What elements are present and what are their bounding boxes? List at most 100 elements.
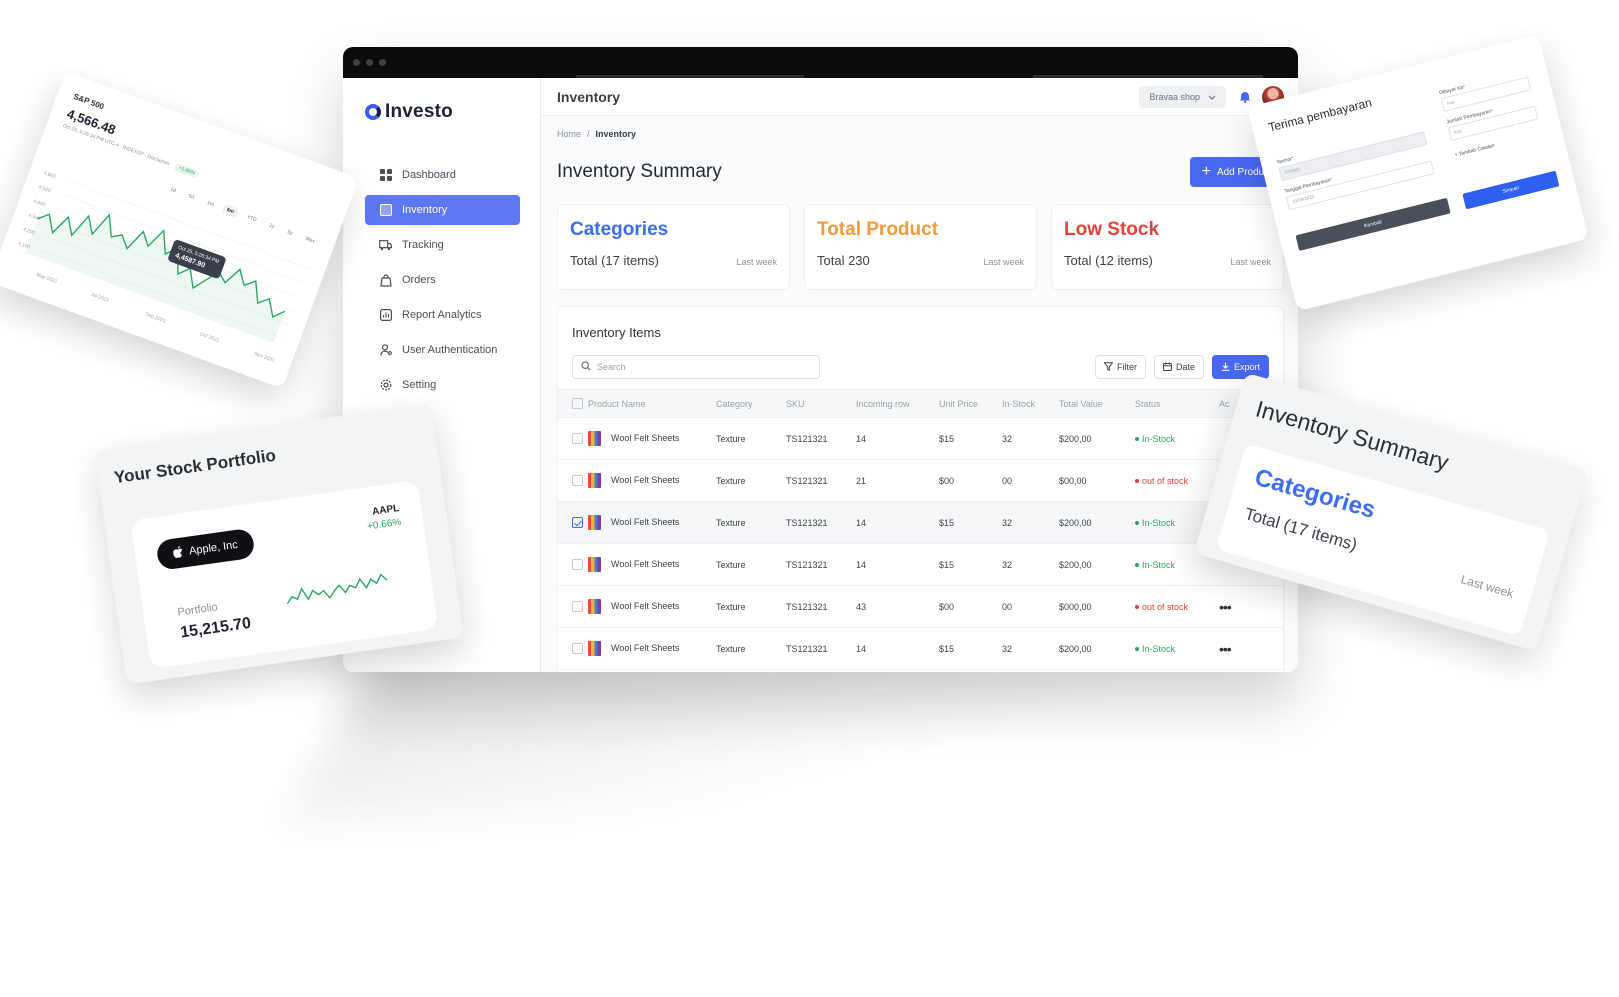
save-button[interactable]: Simpan <box>1462 170 1560 210</box>
status-text: In-Stock <box>1142 560 1176 570</box>
category-cell: Texture <box>716 501 786 544</box>
column-header[interactable]: Unit Price <box>939 389 1002 418</box>
row-checkbox[interactable] <box>572 475 583 487</box>
breadcrumb-home[interactable]: Home <box>557 129 581 139</box>
range-option[interactable]: 5y <box>282 226 298 240</box>
column-header[interactable]: Status <box>1135 389 1219 418</box>
range-option[interactable]: 5d <box>183 190 199 204</box>
date-button[interactable]: Date <box>1153 355 1204 379</box>
portfolio-inner-card: Apple, Inc AAPL +0.66% Portfolio 15,215.… <box>130 480 439 670</box>
total-value-cell: $000,00 <box>1059 585 1135 628</box>
sidebar-item-inventory[interactable]: Inventory <box>365 195 520 225</box>
range-option[interactable]: 1m <box>202 197 219 212</box>
zoom-period: Last week <box>1459 572 1516 601</box>
sku-cell: TS121321 <box>786 585 856 628</box>
maximize-window-dot[interactable] <box>379 59 386 66</box>
export-label: Export <box>1233 362 1260 372</box>
sidebar-item-setting[interactable]: Setting <box>365 370 520 400</box>
incoming-cell: 14 <box>856 627 939 670</box>
ticker-block: AAPL +0.66% <box>365 503 402 533</box>
more-actions-icon[interactable]: ••• <box>1219 641 1232 657</box>
sidebar-item-user-authentication[interactable]: User Authentication <box>365 335 520 365</box>
bag-icon <box>379 273 392 287</box>
status-dot <box>1135 479 1139 483</box>
filter-button[interactable]: Filter <box>1094 355 1146 379</box>
add-note-link[interactable]: + Tambah Catatan <box>1454 143 1495 159</box>
sidebar-item-orders[interactable]: Orders <box>365 265 520 295</box>
column-header[interactable]: Total Value <box>1059 389 1135 418</box>
range-option[interactable]: 6m <box>221 203 240 219</box>
status-text: out of stock <box>1142 476 1189 486</box>
close-window-dot[interactable] <box>353 59 360 66</box>
range-option[interactable]: 1d <box>165 183 181 197</box>
table-row[interactable]: Wool Felt Sheets Texture TS121321 21 $00 00 $0… <box>558 459 1283 502</box>
in-stock-cell: 32 <box>1002 543 1059 586</box>
range-option[interactable]: Max <box>300 232 320 247</box>
sidebar-item-label: Dashboard <box>402 169 456 181</box>
category-cell: Texture <box>716 585 786 628</box>
range-option[interactable]: 1y <box>264 219 280 233</box>
product-name: Wool Felt Sheets <box>611 558 680 569</box>
card-period: Last week <box>736 257 777 267</box>
export-button[interactable]: Export <box>1211 355 1269 379</box>
status-badge: In-Stock <box>1135 434 1175 444</box>
incoming-cell: 14 <box>856 543 939 586</box>
in-stock-cell: 00 <box>1002 585 1059 628</box>
grid-icon <box>379 169 392 182</box>
select-all-checkbox[interactable] <box>572 398 583 410</box>
user-icon <box>379 344 392 357</box>
stock-portfolio-card: Your Stock Portfolio Apple, Inc AAPL +0.… <box>94 403 464 685</box>
total-value-cell: $200,00 <box>1059 543 1135 586</box>
in-stock-cell: 32 <box>1002 417 1059 460</box>
unit-price-cell: $00 <box>939 585 1002 628</box>
column-header[interactable]: Category <box>716 389 786 418</box>
in-stock-cell: 32 <box>1002 501 1059 544</box>
row-checkbox[interactable] <box>572 643 583 655</box>
download-icon <box>1221 362 1230 373</box>
y-tick-label: 4,500 <box>37 184 51 194</box>
category-cell: Texture <box>716 627 786 670</box>
chart-line <box>286 573 388 605</box>
main-content: Inventory Bravaa shop Home / Inventory I… <box>541 78 1298 672</box>
table-row[interactable]: Wool Felt Sheets Texture TS121321 43 $00 00 $0… <box>558 585 1283 628</box>
column-header[interactable]: Incoming row <box>856 389 939 418</box>
row-checkbox[interactable] <box>572 559 583 571</box>
sku-cell: TS121321 <box>786 543 856 586</box>
status-text: In-Stock <box>1142 434 1176 444</box>
brand-logo[interactable]: Investo <box>343 98 540 126</box>
company-pill[interactable]: Apple, Inc <box>155 527 256 571</box>
dibayar-field[interactable]: Kas <box>1440 76 1532 112</box>
column-header[interactable]: SKU <box>786 389 856 418</box>
back-button[interactable]: Kembali <box>1295 197 1451 252</box>
shop-select-value: Bravaa shop <box>1149 91 1200 102</box>
sidebar-item-label: User Authentication <box>402 344 498 356</box>
y-tick-label: 4,400 <box>32 198 46 208</box>
status-badge: In-Stock <box>1135 644 1175 654</box>
inventory-table: Product Name Category SKU Incoming row U… <box>558 389 1283 670</box>
filter-label: Filter <box>1116 362 1137 372</box>
row-checkbox[interactable] <box>572 517 583 529</box>
row-checkbox[interactable] <box>572 601 583 613</box>
search-input[interactable]: Search <box>572 355 820 379</box>
range-option[interactable]: YTD <box>241 211 261 227</box>
minimize-window-dot[interactable] <box>366 59 373 66</box>
status-dot <box>1135 437 1139 441</box>
bell-icon[interactable] <box>1238 90 1252 104</box>
table-row[interactable]: Wool Felt Sheets Texture TS121321 14 $15 32 $2… <box>558 627 1283 670</box>
row-checkbox[interactable] <box>572 433 583 445</box>
table-row[interactable]: Wool Felt Sheets Texture TS121321 14 $15 32 $2… <box>558 543 1283 586</box>
column-header[interactable]: Product Name <box>588 389 716 418</box>
status-badge: In-Stock <box>1135 518 1175 528</box>
more-actions-icon[interactable]: ••• <box>1219 599 1232 615</box>
sidebar-item-report-analytics[interactable]: Report Analytics <box>365 300 520 330</box>
categories-card: Categories Total (17 items) Last week <box>557 204 790 290</box>
chevron-down-icon <box>1208 92 1216 102</box>
table-row[interactable]: Wool Felt Sheets Texture TS121321 14 $15 32 $2… <box>558 501 1283 544</box>
sidebar-item-tracking[interactable]: Tracking <box>365 230 520 260</box>
page-label: Inventory <box>557 88 621 105</box>
sidebar-item-dashboard[interactable]: Dashboard <box>365 160 520 190</box>
table-row[interactable]: Wool Felt Sheets Texture TS121321 14 $15 32 $2… <box>558 417 1283 460</box>
column-header[interactable]: In-Stock <box>1002 389 1059 418</box>
shop-select[interactable]: Bravaa shop <box>1139 85 1226 108</box>
sidebar-item-label: Report Analytics <box>402 309 482 321</box>
